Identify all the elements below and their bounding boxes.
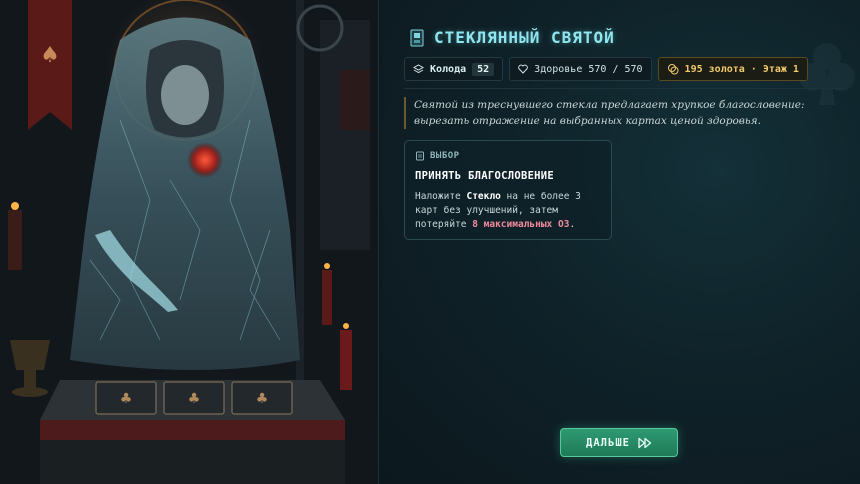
choice-card-accept-blessing[interactable]: ВЫБОР ПРИНЯТЬ БЛАГОСЛОВЕНИЕ Наложите Сте… <box>404 140 612 240</box>
choice-description: Наложите Стекло на не более 3 карт без у… <box>415 190 601 232</box>
choice-tag: ВЫБОР <box>415 151 601 161</box>
health-text: Здоровье 570 / 570 <box>534 63 643 75</box>
fast-forward-icon <box>638 437 652 448</box>
event-panel: СТЕКЛЯННЫЙ СВЯТОЙ Колода 52 Здоровье 570… <box>380 0 860 484</box>
svg-text:♣: ♣ <box>188 391 201 407</box>
coins-icon <box>667 64 679 75</box>
choice-keyword-glass: Стекло <box>466 191 501 202</box>
event-description: Святой из треснувшего стекла предлагает … <box>404 97 809 129</box>
event-header: СТЕКЛЯННЫЙ СВЯТОЙ <box>410 28 615 47</box>
next-button-label: ДАЛЬШЕ <box>586 436 630 449</box>
scroll-icon <box>416 151 424 161</box>
choice-tag-label: ВЫБОР <box>430 151 460 161</box>
saint-face <box>161 65 209 125</box>
stained-glass-icon <box>410 29 424 46</box>
deck-label: Колода <box>430 63 467 75</box>
event-title: СТЕКЛЯННЫЙ СВЯТОЙ <box>434 28 615 47</box>
gold-chip: 195 золота · Этаж 1 <box>657 57 808 81</box>
choice-cost: 8 максимальных ОЗ <box>472 219 570 230</box>
layers-icon <box>413 63 424 73</box>
deck-chip[interactable]: Колода 52 <box>404 57 504 81</box>
choice-desc-text: Наложите <box>415 191 467 202</box>
svg-text:♣: ♣ <box>120 391 133 407</box>
glowing-heart <box>187 142 223 178</box>
gold-floor-text: 195 золота · Этаж 1 <box>684 63 799 75</box>
choice-desc-text: . <box>569 219 576 230</box>
glass-saint-illustration: ♠ ♣ ♣ ♣ <box>0 0 378 484</box>
choice-title: ПРИНЯТЬ БЛАГОСЛОВЕНИЕ <box>415 170 555 182</box>
deck-count: 52 <box>472 62 495 76</box>
heart-icon <box>518 64 528 74</box>
health-chip: Здоровье 570 / 570 <box>509 57 652 81</box>
header-divider <box>404 88 844 89</box>
svg-text:♣: ♣ <box>256 391 269 407</box>
event-artwork: ♠ ♣ ♣ ♣ <box>0 0 379 484</box>
next-button[interactable]: ДАЛЬШЕ <box>560 428 678 457</box>
svg-text:♠: ♠ <box>40 43 60 68</box>
altar-cards: ♣ ♣ ♣ <box>95 381 293 415</box>
player-stats: Колода 52 Здоровье 570 / 570 195 золота … <box>404 57 808 81</box>
